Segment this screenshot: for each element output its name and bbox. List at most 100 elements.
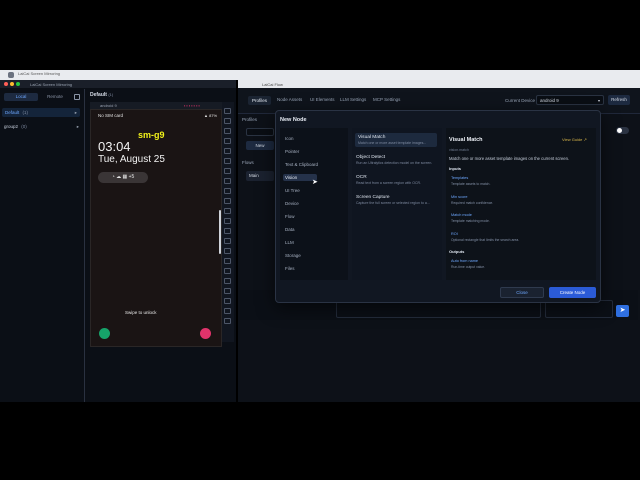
nav-node-assets[interactable]: Node Assets bbox=[277, 97, 302, 102]
profiles-label: Profiles bbox=[242, 117, 258, 122]
node-screen-capture[interactable]: Screen Capture Capture the full screen o… bbox=[356, 195, 438, 205]
input-key: ROI bbox=[451, 232, 458, 236]
apple-icon[interactable] bbox=[8, 72, 14, 78]
category-data[interactable]: Data bbox=[285, 227, 295, 232]
flow-item-main[interactable]: Main bbox=[246, 171, 274, 181]
tool-icon[interactable] bbox=[224, 268, 231, 274]
nav-profiles[interactable]: Profiles bbox=[248, 96, 272, 105]
window-title: LaiCai Screen Mirroring bbox=[0, 80, 236, 88]
close-button[interactable]: Close bbox=[500, 287, 544, 298]
notification-count: +5 bbox=[128, 174, 135, 180]
tab-local[interactable]: Local bbox=[4, 93, 38, 101]
inputs-heading: Inputs bbox=[449, 166, 461, 171]
tool-icon[interactable] bbox=[224, 308, 231, 314]
minimize-window-icon[interactable] bbox=[10, 82, 14, 86]
tool-icon[interactable] bbox=[224, 278, 231, 284]
tab-remote[interactable]: Remote bbox=[40, 93, 70, 101]
device-select[interactable]: android 9 ▾ bbox=[536, 95, 604, 105]
tool-icon[interactable] bbox=[224, 238, 231, 244]
notification-glyphs: ◔ ☁ ▦ bbox=[111, 174, 129, 180]
flows-label: Flows bbox=[242, 160, 254, 165]
tool-icon[interactable] bbox=[224, 138, 231, 144]
input-desc: Optional rectangle that limits the searc… bbox=[451, 238, 520, 242]
tool-icon[interactable] bbox=[224, 158, 231, 164]
nav-ui-elements[interactable]: UI Elements bbox=[310, 97, 335, 102]
node-name: Screen Capture bbox=[356, 195, 390, 200]
tool-icon[interactable] bbox=[224, 218, 231, 224]
category-text-clipboard[interactable]: Text & Clipboard bbox=[285, 162, 318, 167]
tool-icon[interactable] bbox=[224, 208, 231, 214]
refresh-button[interactable]: Refresh bbox=[608, 95, 630, 105]
category-storage[interactable]: Storage bbox=[285, 253, 301, 258]
node-ocr[interactable]: OCR Read text from a screen region with … bbox=[356, 175, 438, 185]
category-pointer[interactable]: Pointer bbox=[285, 149, 299, 154]
detail-title: Visual Match bbox=[449, 137, 483, 143]
tool-icon[interactable] bbox=[224, 298, 231, 304]
sim-status: No SIM card bbox=[98, 113, 124, 118]
tool-icon[interactable] bbox=[224, 228, 231, 234]
new-profile-button[interactable]: New bbox=[246, 141, 274, 150]
toggle-switch[interactable] bbox=[616, 127, 629, 134]
node-desc: Match one or more asset template images.… bbox=[358, 141, 427, 145]
tool-icon[interactable] bbox=[224, 248, 231, 254]
tool-icon[interactable] bbox=[224, 318, 231, 324]
chevron-down-icon: ▾ bbox=[597, 98, 600, 103]
device-toolbar: android 9 ▪▪▪▪▪▪▪ bbox=[90, 102, 232, 109]
output-desc: Run-time output value. bbox=[451, 265, 486, 269]
device-panel-title: Default (1) bbox=[90, 92, 113, 98]
group-item-default[interactable]: Default (1) ▸ bbox=[2, 108, 80, 117]
input-key: Templates bbox=[451, 176, 469, 180]
category-llm[interactable]: LLM bbox=[285, 240, 294, 245]
swipe-hint: Swipe to unlock bbox=[125, 310, 157, 315]
device-select-value: android 9 bbox=[540, 98, 559, 103]
detail-description: Match one or more asset template images … bbox=[449, 156, 570, 161]
category-flow[interactable]: Flow bbox=[285, 214, 295, 219]
device-name-overlay: sm-g9 bbox=[138, 130, 165, 140]
tool-icon[interactable] bbox=[224, 188, 231, 194]
profile-select[interactable] bbox=[246, 128, 274, 136]
device-panel-name: Default bbox=[90, 92, 107, 98]
mouse-cursor-icon: ➤ bbox=[312, 179, 318, 186]
tool-icon[interactable] bbox=[224, 118, 231, 124]
tool-icon[interactable] bbox=[224, 288, 231, 294]
tool-icon[interactable] bbox=[224, 148, 231, 154]
tool-icon[interactable] bbox=[224, 128, 231, 134]
node-object-detect[interactable]: Object Detect Run an Ultralytics detecti… bbox=[356, 155, 438, 165]
system-topbar bbox=[0, 70, 640, 80]
grid-view-icon[interactable] bbox=[74, 94, 80, 100]
dialog-title: New Node bbox=[280, 117, 307, 123]
group-item-group2[interactable]: group2 (0) ▸ bbox=[4, 124, 82, 129]
tool-icon[interactable] bbox=[224, 198, 231, 204]
input-desc: Required match confidence. bbox=[451, 201, 494, 205]
sidebar-divider bbox=[84, 89, 85, 402]
group-count: (0) bbox=[21, 124, 27, 129]
lock-clock: 03:04 bbox=[98, 139, 131, 154]
phone-icon[interactable] bbox=[99, 328, 110, 339]
input-desc: Template assets to match. bbox=[451, 182, 491, 186]
group-label: group2 bbox=[4, 124, 19, 129]
maximize-window-icon[interactable] bbox=[16, 82, 20, 86]
category-icon[interactable]: Icon bbox=[285, 136, 294, 141]
category-files[interactable]: Files bbox=[285, 266, 295, 271]
category-ui-tree[interactable]: UI Tree bbox=[285, 188, 300, 193]
camera-icon[interactable] bbox=[200, 328, 211, 339]
group-count: (1) bbox=[22, 110, 29, 115]
create-node-button[interactable]: Create Node bbox=[549, 287, 596, 298]
send-icon[interactable]: ➤ bbox=[616, 305, 629, 317]
node-name: OCR bbox=[356, 175, 367, 180]
tool-icon[interactable] bbox=[224, 108, 231, 114]
tool-icon[interactable] bbox=[224, 168, 231, 174]
tool-icon[interactable] bbox=[224, 258, 231, 264]
node-desc: Capture the full screen or selected regi… bbox=[356, 201, 430, 205]
nav-llm-settings[interactable]: LLM Settings bbox=[340, 97, 366, 102]
nav-mcp-settings[interactable]: MCP Settings bbox=[373, 97, 400, 102]
category-device[interactable]: Device bbox=[285, 201, 299, 206]
input-key: Min score bbox=[451, 195, 468, 199]
node-name: Object Detect bbox=[356, 155, 386, 160]
close-window-icon[interactable] bbox=[4, 82, 8, 86]
view-guide-link[interactable]: View Guide ↗ bbox=[562, 137, 587, 142]
tool-icon[interactable] bbox=[224, 178, 231, 184]
node-name: Visual Match bbox=[358, 135, 386, 140]
scrollbar[interactable] bbox=[219, 210, 221, 254]
node-visual-match[interactable]: Visual Match Match one or more asset tem… bbox=[355, 133, 437, 147]
